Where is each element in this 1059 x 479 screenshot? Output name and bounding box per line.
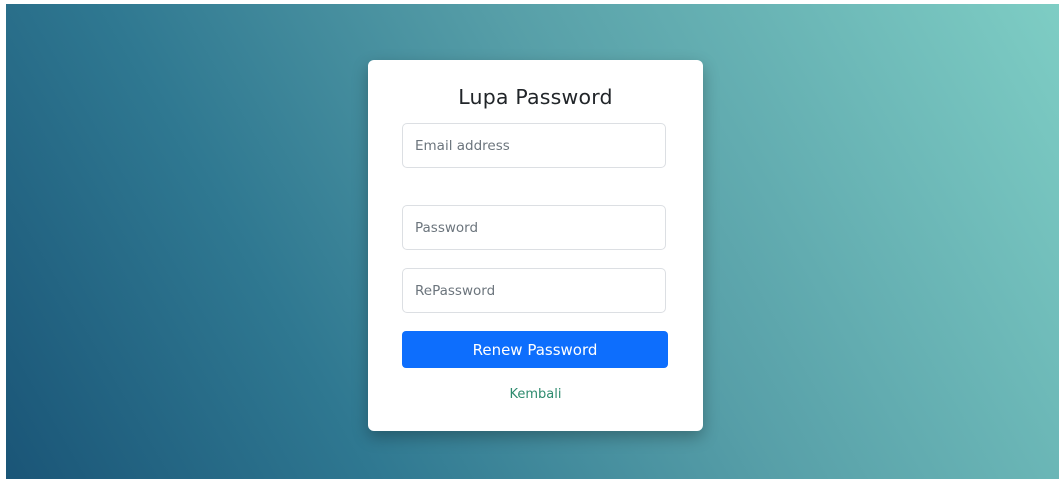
repassword-field[interactable] [402, 268, 666, 313]
email-field[interactable] [402, 123, 666, 168]
back-link[interactable]: Kembali [368, 387, 703, 402]
page-title: Lupa Password [458, 85, 613, 109]
renew-password-button[interactable]: Renew Password [402, 331, 668, 368]
page-background: Lupa Password Renew Password Kembali [6, 4, 1059, 479]
password-field[interactable] [402, 205, 666, 250]
reset-password-card: Lupa Password Renew Password Kembali [368, 60, 703, 431]
